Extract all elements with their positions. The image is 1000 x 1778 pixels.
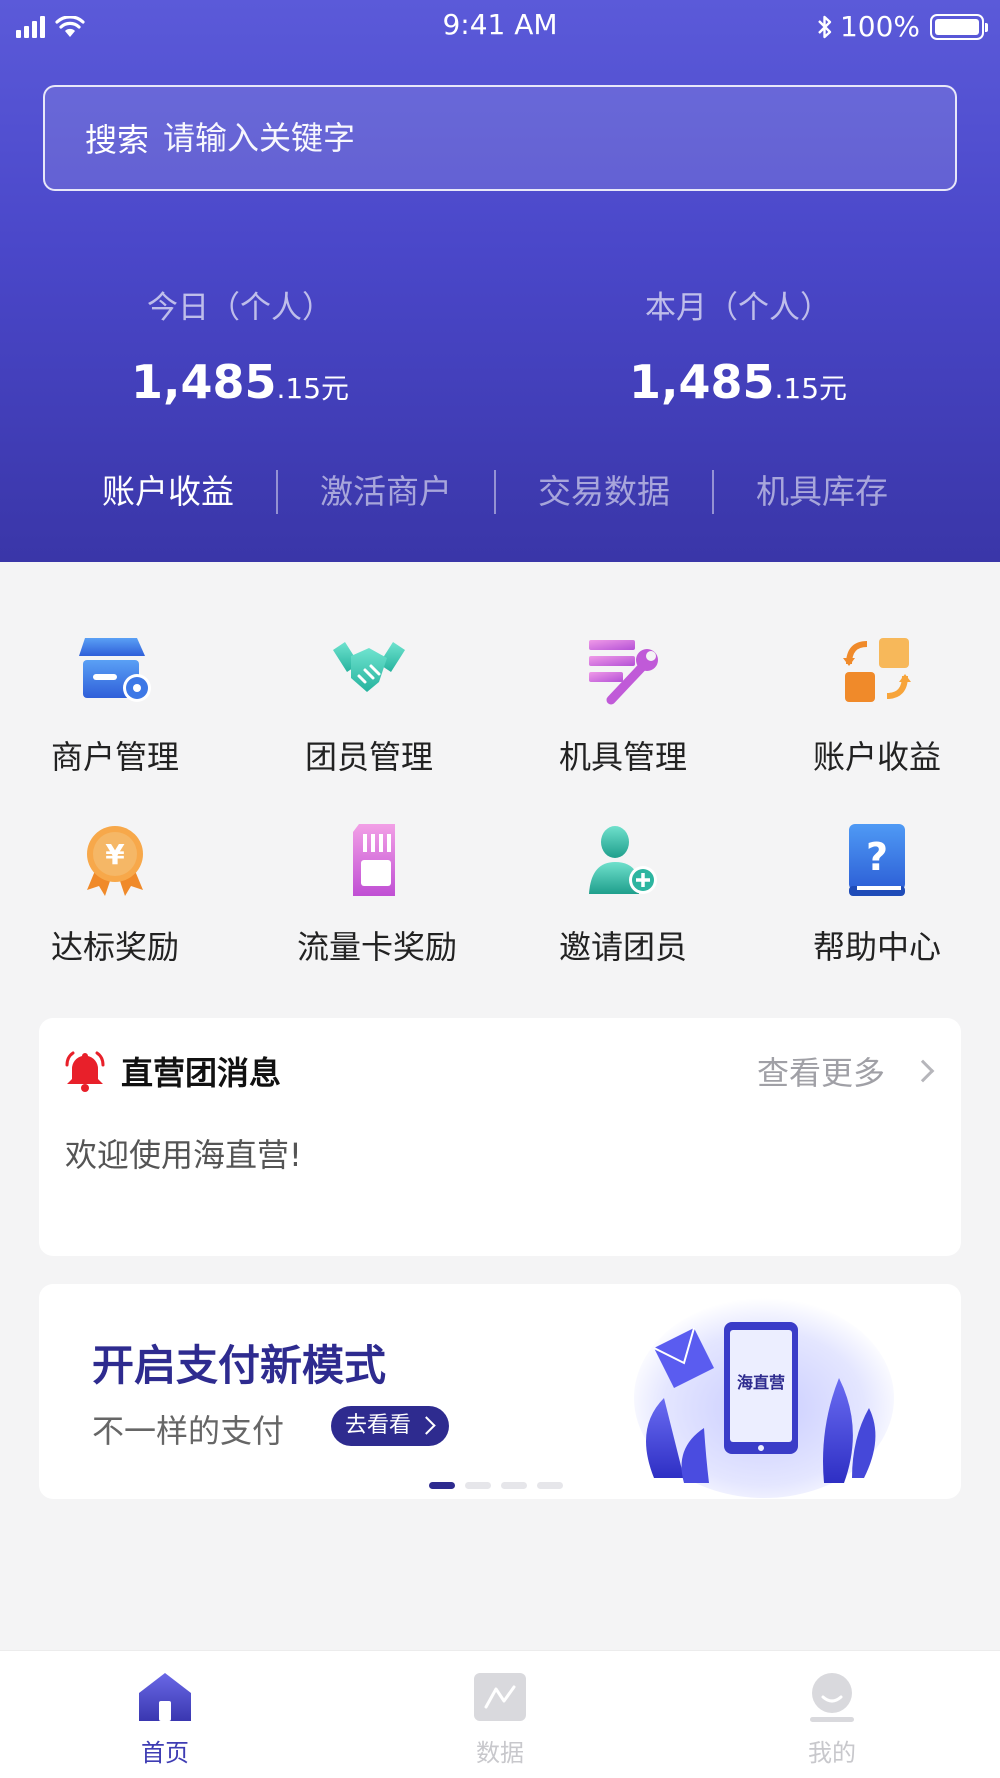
- phone-illustration: 海直营: [634, 1298, 894, 1498]
- carousel-dot[interactable]: [429, 1482, 455, 1489]
- exchange-icon: [843, 638, 911, 702]
- status-bar: 9:41 AM 100%: [0, 0, 1000, 52]
- menu-label: 邀请团员: [558, 928, 687, 966]
- svg-text:?: ?: [866, 835, 888, 879]
- phone-screen-text: 海直营: [737, 1373, 785, 1392]
- banner-title: 开启支付新模式: [92, 1341, 387, 1390]
- battery-icon: [930, 13, 988, 40]
- stat-today-value: 1,485.15元: [60, 355, 420, 409]
- menu-member-management[interactable]: 团员管理: [254, 630, 484, 790]
- profile-icon: [810, 1673, 854, 1722]
- menu-account-income[interactable]: 账户收益: [762, 630, 992, 790]
- add-user-icon: [589, 826, 657, 894]
- chevron-right-icon: [911, 1059, 935, 1083]
- handshake-icon: [333, 642, 405, 692]
- svg-text:¥: ¥: [105, 838, 125, 871]
- stat-month-fraction: .15元: [774, 372, 848, 405]
- stat-today[interactable]: 今日（个人） 1,485.15元: [60, 282, 420, 409]
- view-more-label: 查看更多: [756, 1054, 885, 1092]
- chart-icon: [474, 1673, 526, 1721]
- nav-home[interactable]: 首页: [105, 1671, 225, 1768]
- menu-device-management[interactable]: 机具管理: [508, 630, 738, 790]
- menu-merchant-management[interactable]: 商户管理: [0, 630, 230, 790]
- menu-label: 机具管理: [558, 738, 687, 776]
- stat-today-fraction: .15元: [276, 372, 350, 405]
- tab-account-income[interactable]: 账户收益: [60, 462, 276, 522]
- sim-card-icon: [353, 824, 395, 896]
- banner-go-button[interactable]: 去看看: [331, 1406, 450, 1446]
- header-tabs: 账户收益 激活商户 交易数据 机具库存: [0, 462, 1000, 522]
- menu-label: 达标奖励: [50, 928, 179, 966]
- promo-banner[interactable]: 开启支付新模式 不一样的支付 去看看 海直营: [39, 1284, 961, 1499]
- stat-month-amount: 1,485: [628, 355, 775, 409]
- menu-label: 团员管理: [304, 738, 433, 776]
- carousel-dot[interactable]: [465, 1482, 491, 1489]
- message-body: 欢迎使用海直营!: [65, 1136, 302, 1174]
- carousel-dots: [429, 1482, 563, 1489]
- search-input[interactable]: [163, 119, 955, 157]
- battery-percent: 100%: [839, 10, 920, 43]
- nav-profile[interactable]: 我的: [772, 1671, 892, 1768]
- nav-profile-label: 我的: [808, 1739, 856, 1767]
- stat-month-value: 1,485.15元: [558, 355, 918, 409]
- banner-subtitle: 不一样的支付: [92, 1412, 285, 1450]
- search-label: 搜索: [85, 121, 150, 159]
- store-settings-icon: [79, 638, 151, 702]
- stat-month-label: 本月（个人）: [645, 290, 831, 326]
- home-icon: [139, 1673, 191, 1721]
- bell-icon: [65, 1051, 105, 1092]
- status-right: 100%: [816, 10, 988, 43]
- menu-label: 流量卡奖励: [296, 928, 457, 966]
- nav-data[interactable]: 数据: [440, 1671, 560, 1768]
- carousel-dot[interactable]: [537, 1482, 563, 1489]
- header: 9:41 AM 100% 搜索 今日（个人） 1,485.15元 本月（个人） …: [0, 0, 1000, 562]
- search-bar[interactable]: 搜索: [43, 85, 957, 191]
- nav-home-label: 首页: [141, 1739, 189, 1767]
- view-more-link[interactable]: 查看更多: [756, 1048, 935, 1094]
- bottom-nav: 首页 数据 我的: [0, 1650, 1000, 1778]
- menu-label: 帮助中心: [812, 928, 941, 966]
- bluetooth-icon: [818, 15, 832, 38]
- stats-panel: 今日（个人） 1,485.15元 本月（个人） 1,485.15元: [0, 282, 1000, 422]
- menu-label: 账户收益: [812, 738, 941, 776]
- tab-activate-merchants[interactable]: 激活商户: [278, 462, 494, 522]
- tab-transaction-data[interactable]: 交易数据: [496, 462, 712, 522]
- menu-label: 商户管理: [50, 738, 179, 776]
- message-card: 直营团消息 查看更多 欢迎使用海直营!: [39, 1018, 961, 1256]
- tools-list-icon: [589, 640, 658, 705]
- menu-target-reward[interactable]: ¥ 达标奖励: [0, 820, 230, 980]
- message-title: 直营团消息: [121, 1054, 282, 1092]
- menu-invite-member[interactable]: 邀请团员: [508, 820, 738, 980]
- nav-data-label: 数据: [476, 1739, 524, 1767]
- tab-device-inventory[interactable]: 机具库存: [714, 462, 930, 522]
- stat-month[interactable]: 本月（个人） 1,485.15元: [558, 282, 918, 409]
- message-header: 直营团消息: [63, 1048, 281, 1094]
- help-book-icon: ?: [849, 824, 905, 896]
- medal-icon: ¥: [87, 826, 143, 896]
- stat-today-label: 今日（个人）: [147, 290, 333, 326]
- carousel-dot[interactable]: [501, 1482, 527, 1489]
- menu-sim-card-reward[interactable]: 流量卡奖励: [262, 820, 492, 980]
- menu-help-center[interactable]: ? 帮助中心: [762, 820, 992, 980]
- stat-today-amount: 1,485: [130, 355, 277, 409]
